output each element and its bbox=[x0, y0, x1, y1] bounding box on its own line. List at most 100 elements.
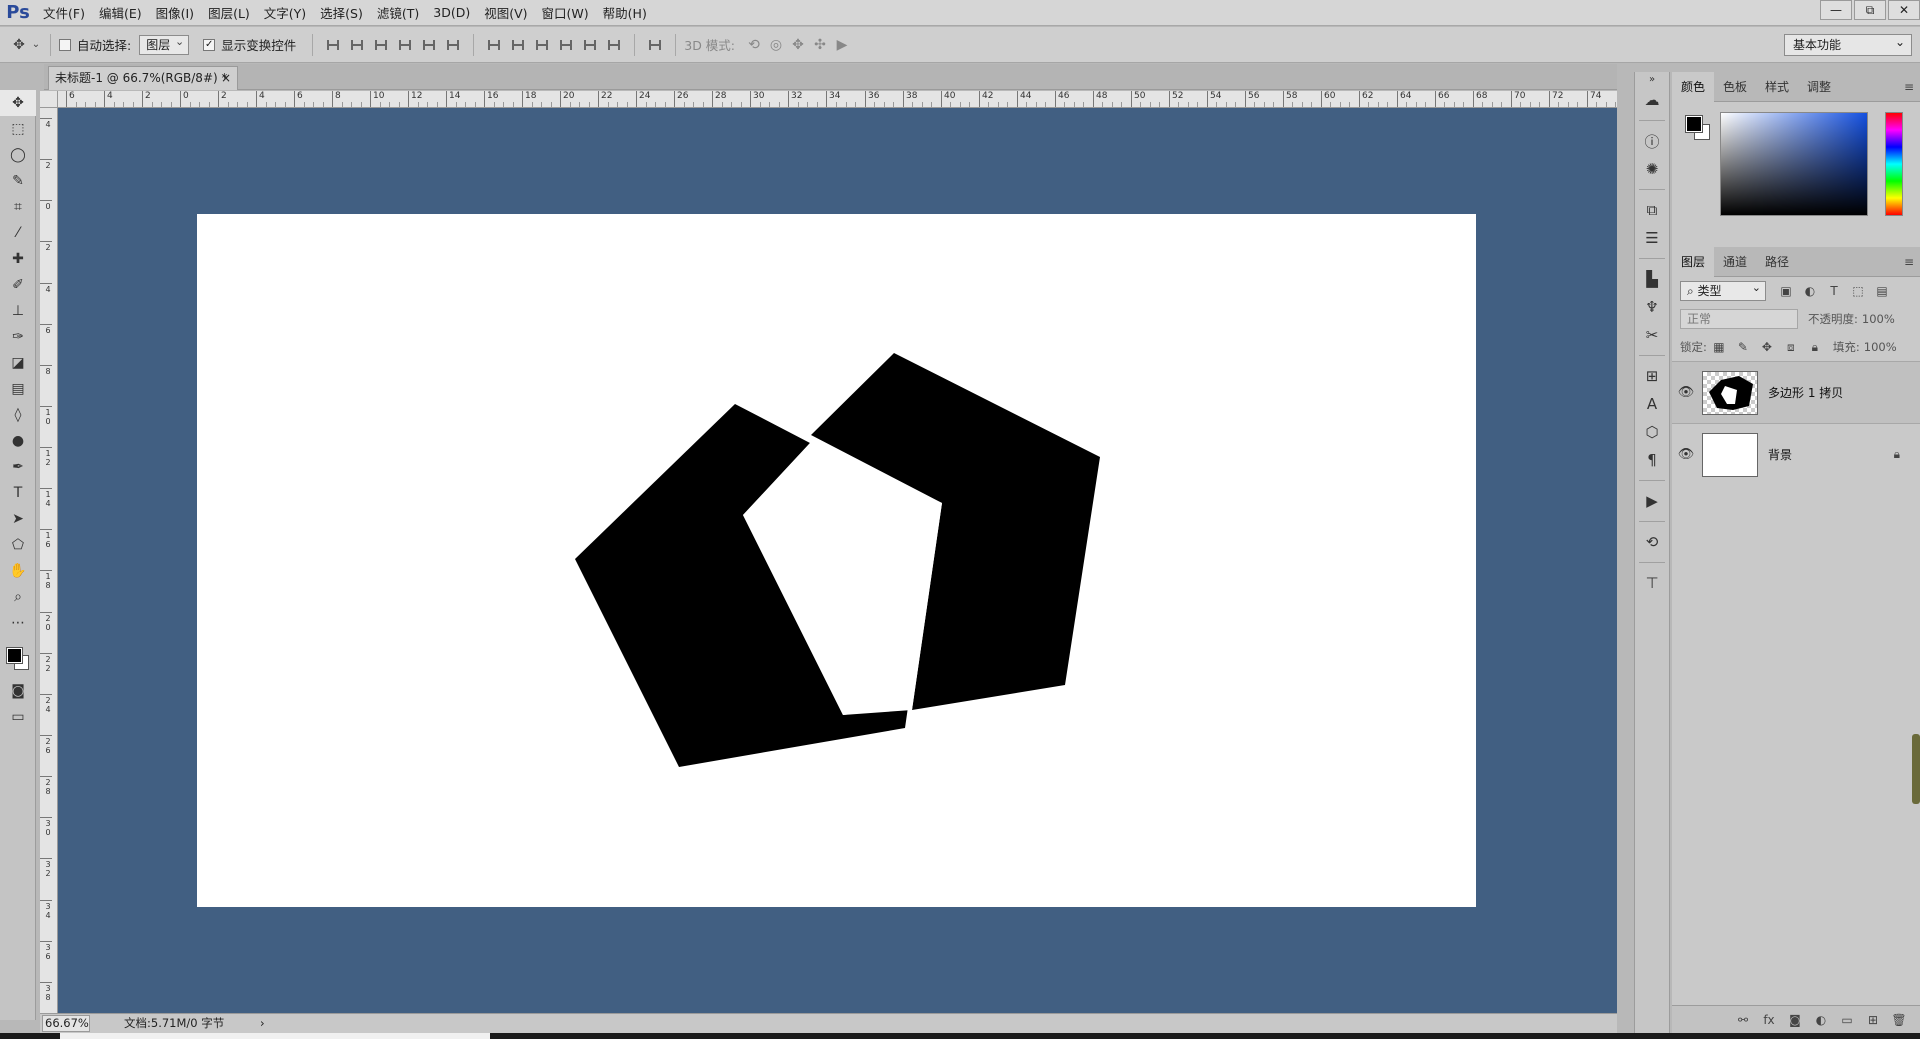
link-layers-icon[interactable]: ⚯ bbox=[1730, 1013, 1756, 1027]
filter-type-icon[interactable]: T bbox=[1822, 284, 1846, 298]
workspace-select[interactable]: 基本功能 bbox=[1784, 32, 1912, 56]
panel-scroll-handle[interactable] bbox=[1912, 734, 1920, 804]
3d-rotate-icon[interactable]: ⟲ bbox=[743, 34, 765, 56]
tool-presets-icon[interactable]: ✂ bbox=[1635, 321, 1669, 349]
healing-brush-tool-icon[interactable]: ✚ bbox=[0, 246, 36, 272]
history-brush-tool-icon[interactable]: ✑ bbox=[0, 324, 36, 350]
align-vertical-centers-icon[interactable] bbox=[345, 34, 369, 56]
menu-view[interactable]: 视图(V) bbox=[477, 3, 534, 22]
restore-button[interactable]: ⧉ bbox=[1854, 0, 1886, 20]
lock-artboard-icon[interactable]: ⧈ bbox=[1779, 340, 1803, 355]
more-tools-icon[interactable]: ⋯ bbox=[0, 610, 36, 636]
menu-window[interactable]: 窗口(W) bbox=[535, 3, 596, 22]
menu-type[interactable]: 文字(Y) bbox=[257, 3, 313, 22]
3d-roll-icon[interactable]: ◎ bbox=[765, 34, 787, 56]
histogram-icon[interactable]: ▙ bbox=[1635, 265, 1669, 293]
zoom-tool-icon[interactable]: ⌕ bbox=[0, 584, 36, 610]
distribute-top-icon[interactable] bbox=[482, 34, 506, 56]
lock-transparent-icon[interactable]: ▦ bbox=[1707, 340, 1731, 354]
libraries-icon[interactable]: ☁ bbox=[1635, 86, 1669, 114]
distribute-right-icon[interactable] bbox=[602, 34, 626, 56]
move-tool-icon[interactable]: ✥ bbox=[0, 90, 36, 116]
eraser-tool-icon[interactable]: ◪ bbox=[0, 350, 36, 376]
filter-adjustment-icon[interactable]: ◐ bbox=[1798, 284, 1822, 298]
layer-name[interactable]: 多边形 1 拷贝 bbox=[1768, 384, 1843, 401]
tab-layers[interactable]: 图层 bbox=[1672, 246, 1715, 277]
menu-layer[interactable]: 图层(L) bbox=[201, 3, 257, 22]
filter-smart-object-icon[interactable]: ▤ bbox=[1870, 284, 1894, 298]
new-layer-icon[interactable]: ⊞ bbox=[1860, 1013, 1886, 1027]
paragraph-icon[interactable]: ¶ bbox=[1635, 446, 1669, 474]
hue-slider[interactable] bbox=[1885, 112, 1903, 216]
layer-kind-filter-select[interactable]: ⌕ 类型 bbox=[1680, 279, 1766, 301]
type-tool-icon[interactable]: T bbox=[0, 480, 36, 506]
tab-adjustments[interactable]: 调整 bbox=[1798, 72, 1840, 102]
3d-scale-icon[interactable]: ▶ bbox=[831, 34, 853, 56]
color-picker-field[interactable] bbox=[1720, 112, 1868, 216]
layer-row[interactable]: 👁︎ 多边形 1 拷贝 bbox=[1672, 361, 1920, 423]
layer-style-icon[interactable]: fx bbox=[1756, 1013, 1782, 1027]
new-group-icon[interactable]: ▭ bbox=[1834, 1013, 1860, 1027]
align-right-edges-icon[interactable] bbox=[441, 34, 465, 56]
lock-pixels-icon[interactable]: ✎ bbox=[1731, 340, 1755, 354]
close-tab-icon[interactable]: × bbox=[221, 67, 231, 89]
panel-menu-icon[interactable]: ≡ bbox=[1904, 255, 1914, 269]
canvas-area[interactable] bbox=[58, 108, 1617, 1013]
shape-tool-icon[interactable]: ⬠ bbox=[0, 532, 36, 558]
properties-icon[interactable]: ☰ bbox=[1635, 224, 1669, 252]
layer-name[interactable]: 背景 bbox=[1768, 446, 1792, 463]
menu-edit[interactable]: 编辑(E) bbox=[92, 3, 149, 22]
tab-color[interactable]: 颜色 bbox=[1672, 71, 1715, 102]
auto-select-target-select[interactable]: 图层 bbox=[139, 33, 190, 55]
screen-mode-icon[interactable]: ▭ bbox=[0, 704, 36, 730]
status-menu-arrow[interactable]: › bbox=[260, 1014, 265, 1032]
blur-tool-icon[interactable]: ◊ bbox=[0, 402, 36, 428]
distribute-vcenter-icon[interactable] bbox=[506, 34, 530, 56]
tab-channels[interactable]: 通道 bbox=[1714, 247, 1756, 277]
layer-row[interactable]: 👁︎ 背景 🔒︎ bbox=[1672, 423, 1920, 485]
dodge-tool-icon[interactable]: ● bbox=[0, 428, 36, 454]
menu-file[interactable]: 文件(F) bbox=[36, 3, 92, 22]
distribute-hcenter-icon[interactable] bbox=[578, 34, 602, 56]
lasso-tool-icon[interactable]: ◯ bbox=[0, 142, 36, 168]
panel-menu-icon[interactable]: ≡ bbox=[1904, 80, 1914, 94]
blend-mode-select[interactable]: 正常 bbox=[1680, 309, 1798, 329]
visibility-eye-icon[interactable]: 👁︎ bbox=[1672, 385, 1700, 400]
move-tool-icon[interactable]: ✥ bbox=[8, 34, 30, 56]
foreground-color-swatch[interactable] bbox=[6, 647, 23, 664]
brush-presets-icon[interactable]: ♆ bbox=[1635, 293, 1669, 321]
3d-panel-icon[interactable]: ⬡ bbox=[1635, 418, 1669, 446]
tab-styles[interactable]: 样式 bbox=[1756, 72, 1798, 102]
layer-comps-icon[interactable]: ⊞ bbox=[1635, 362, 1669, 390]
fill-value[interactable]: 100% bbox=[1864, 340, 1897, 354]
navigator-icon[interactable]: ✺ bbox=[1635, 155, 1669, 183]
align-top-edges-icon[interactable] bbox=[321, 34, 345, 56]
document-tab[interactable]: 未标题-1 @ 66.7%(RGB/8#) * × bbox=[48, 66, 238, 90]
delete-layer-icon[interactable]: 🗑︎ bbox=[1886, 1013, 1912, 1027]
quick-select-tool-icon[interactable]: ✎ bbox=[0, 168, 36, 194]
auto-align-layers-icon[interactable] bbox=[643, 34, 667, 56]
actions-play-icon[interactable]: ▶ bbox=[1635, 487, 1669, 515]
distribute-bottom-icon[interactable] bbox=[530, 34, 554, 56]
timeline-icon[interactable]: ⊤ bbox=[1635, 569, 1669, 597]
distribute-left-icon[interactable] bbox=[554, 34, 578, 56]
panel-dock-collapse-icon[interactable]: » bbox=[1635, 72, 1669, 86]
visibility-eye-icon[interactable]: 👁︎ bbox=[1672, 447, 1700, 462]
auto-select-checkbox[interactable] bbox=[59, 38, 71, 51]
filter-pixel-icon[interactable]: ▣ bbox=[1774, 284, 1798, 298]
lock-all-icon[interactable]: 🔒︎ bbox=[1803, 340, 1827, 355]
hand-tool-icon[interactable]: ✋ bbox=[0, 558, 36, 584]
align-left-edges-icon[interactable] bbox=[393, 34, 417, 56]
close-button[interactable]: ✕ bbox=[1888, 0, 1920, 20]
minimize-button[interactable]: — bbox=[1820, 0, 1852, 20]
clone-source-icon[interactable]: ⧉ bbox=[1635, 196, 1669, 224]
new-adjustment-layer-icon[interactable]: ◐ bbox=[1808, 1013, 1834, 1027]
history-icon[interactable]: ⟲ bbox=[1635, 528, 1669, 556]
pen-tool-icon[interactable]: ✒ bbox=[0, 454, 36, 480]
path-selection-tool-icon[interactable]: ➤ bbox=[0, 506, 36, 532]
menu-image[interactable]: 图像(I) bbox=[149, 3, 201, 22]
zoom-field[interactable]: 66.67% bbox=[42, 1015, 90, 1032]
menu-3d[interactable]: 3D(D) bbox=[426, 5, 477, 20]
align-bottom-edges-icon[interactable] bbox=[369, 34, 393, 56]
3d-pan-icon[interactable]: ✥ bbox=[787, 34, 809, 56]
